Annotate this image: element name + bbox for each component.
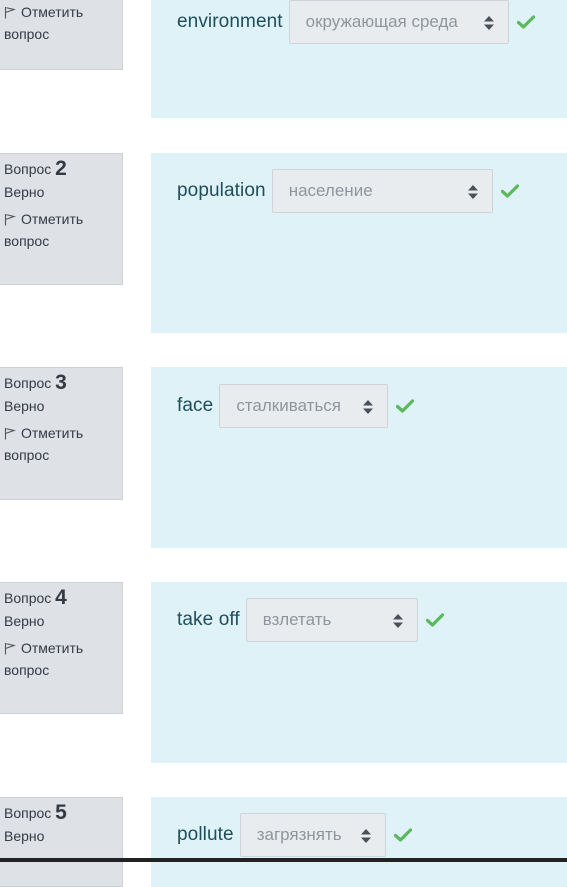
question-label: Вопрос	[4, 375, 52, 391]
question-number: 5	[55, 801, 67, 824]
question-word: population	[177, 180, 266, 201]
select-arrows-icon	[360, 829, 371, 843]
question-2-info: Вопрос 2 Верно Отметить вопрос	[0, 153, 123, 285]
answer-select-value: сталкиваться	[236, 396, 342, 415]
question-number-line: Вопрос 2	[4, 158, 67, 180]
flag-icon	[4, 6, 16, 19]
flag-icon	[4, 642, 16, 655]
select-arrows-icon	[363, 400, 374, 414]
select-arrows-icon	[483, 16, 494, 30]
question-word: pollute	[177, 824, 234, 845]
answer-row: environment окружающая среда	[177, 0, 535, 44]
flag-label-2: вопрос	[4, 447, 50, 463]
question-3-info: Вопрос 3 Верно Отметить вопрос	[0, 367, 123, 500]
question-5-info: Вопрос 5 Верно	[0, 797, 123, 887]
answer-select[interactable]: сталкиваться	[219, 384, 389, 428]
question-label: Вопрос	[4, 805, 52, 821]
flag-label: Отметить	[21, 425, 84, 441]
answer-select[interactable]: население	[271, 169, 493, 213]
question-label: Вопрос	[4, 161, 52, 177]
answer-select[interactable]: окружающая среда	[288, 0, 509, 44]
question-number-line: Вопрос 4	[4, 587, 67, 609]
answer-select[interactable]: взлетать	[245, 598, 418, 642]
answer-row: take off взлетать	[177, 598, 444, 642]
answer-row: face сталкиваться	[177, 384, 415, 428]
answer-select-value: взлетать	[262, 610, 332, 629]
question-2-content: population население	[151, 153, 567, 333]
flag-label-2: вопрос	[4, 233, 50, 249]
question-5-content: pollute загрязнять	[151, 797, 567, 887]
question-state: Верно	[4, 828, 45, 844]
flag-label: Отметить	[21, 640, 84, 656]
question-word: take off	[177, 609, 240, 630]
flag-question-link[interactable]: Отметить вопрос	[4, 637, 122, 681]
question-4-info: Вопрос 4 Верно Отметить вопрос	[0, 582, 123, 714]
question-3-content: face сталкиваться	[151, 367, 567, 548]
answer-select[interactable]: загрязнять	[239, 813, 386, 857]
correct-check-icon	[396, 399, 415, 413]
question-number: 2	[55, 157, 67, 180]
question-number: 4	[55, 586, 67, 609]
question-word: face	[177, 395, 214, 416]
question-4-content: take off взлетать	[151, 582, 567, 763]
flag-icon	[4, 427, 16, 440]
answer-row: pollute загрязнять	[177, 813, 412, 857]
flag-label-2: вопрос	[4, 662, 50, 678]
question-number: 3	[55, 371, 67, 394]
flag-question-link[interactable]: Отметить вопрос	[4, 208, 122, 252]
question-word: environment	[177, 11, 283, 32]
question-number-line: Вопрос 5	[4, 802, 67, 824]
flag-label: Отметить	[21, 4, 84, 20]
question-number-line: Вопрос 3	[4, 372, 67, 394]
question-label: Вопрос	[4, 590, 52, 606]
question-state: Верно	[4, 613, 45, 629]
answer-select-value: население	[288, 181, 373, 200]
correct-check-icon	[516, 15, 535, 29]
question-state: Верно	[4, 398, 45, 414]
question-1-content: environment окружающая среда	[151, 0, 567, 118]
correct-check-icon	[500, 184, 519, 198]
viewport-bottom-border	[0, 858, 567, 862]
flag-question-link[interactable]: Отметить вопрос	[4, 1, 122, 45]
flag-label-2: вопрос	[4, 26, 50, 42]
correct-check-icon	[393, 828, 412, 842]
answer-select-value: загрязнять	[256, 825, 342, 844]
answer-select-value: окружающая среда	[305, 12, 458, 31]
question-1-info: Отметить вопрос	[0, 0, 123, 70]
correct-check-icon	[425, 613, 444, 627]
flag-label: Отметить	[21, 211, 84, 227]
select-arrows-icon	[467, 185, 478, 199]
select-arrows-icon	[392, 614, 403, 628]
answer-row: population население	[177, 169, 519, 213]
flag-question-link[interactable]: Отметить вопрос	[4, 422, 122, 466]
question-state: Верно	[4, 184, 45, 200]
flag-icon	[4, 213, 16, 226]
